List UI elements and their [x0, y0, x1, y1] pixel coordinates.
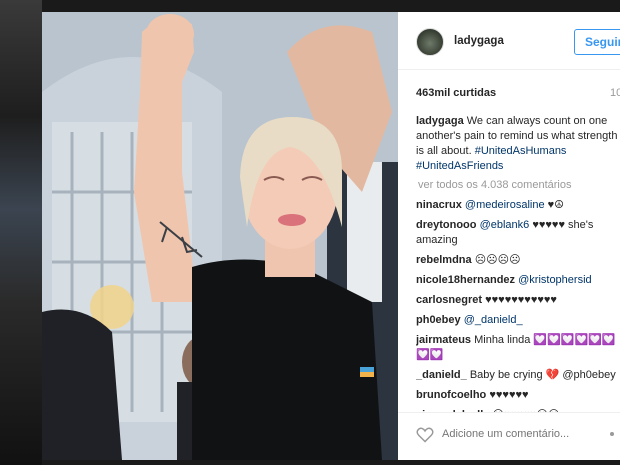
- comment-row: dreytonooo @eblank6 ♥♥♥♥♥ she's amazing: [416, 218, 620, 248]
- photo-illustration: [42, 12, 398, 460]
- comment-text: ♥♥♥♥♥♥: [489, 389, 529, 401]
- comment-row: nicole18hernandez @kristophersid: [416, 273, 620, 288]
- comment-text: ♥♥♥♥♥♥♥♥♥♥♥: [485, 294, 557, 306]
- comment-text: Baby be crying 💔 @ph0ebey: [469, 369, 616, 381]
- post-footer: [398, 412, 620, 460]
- background-feed-strip: [0, 0, 42, 465]
- comment-row: jairmateus Minha linda 💟💟💟💟💟💟💟💟: [416, 333, 620, 363]
- comment-username[interactable]: rebelmdna: [416, 254, 472, 266]
- comment-container: ninacrux @medeirosaline ♥☮ dreytonooo @eb…: [416, 198, 620, 412]
- comment-mention[interactable]: @eblank6: [480, 219, 530, 231]
- comment-username[interactable]: carlosnegret: [416, 294, 482, 306]
- comment-mention[interactable]: @_danield_: [464, 314, 523, 326]
- comment-row: _danield_ Baby be crying 💔 @ph0ebey: [416, 368, 620, 383]
- heart-icon[interactable]: [416, 427, 434, 443]
- comment-mention[interactable]: @medeirosaline: [465, 199, 545, 211]
- comment-row: ninacrux @medeirosaline ♥☮: [416, 198, 620, 213]
- add-comment-input[interactable]: [442, 428, 592, 440]
- post-header: ladygaga Seguir: [398, 12, 620, 70]
- post-caption: ladygaga We can always count on one anot…: [416, 114, 620, 174]
- avatar[interactable]: [416, 28, 444, 56]
- more-icon[interactable]: [610, 432, 614, 436]
- comment-text: ♥☮: [547, 199, 565, 211]
- caption-username[interactable]: ladygaga: [416, 115, 464, 127]
- comment-text: ☹☹☹☹: [474, 254, 521, 266]
- likes-count[interactable]: 463mil curtidas: [416, 87, 496, 99]
- post-photo[interactable]: [42, 12, 398, 460]
- comment-username[interactable]: ph0ebey: [416, 314, 461, 326]
- post-timestamp[interactable]: 10: [610, 87, 620, 99]
- comment-row: rebelmdna ☹☹☹☹: [416, 253, 620, 268]
- view-all-comments-link[interactable]: ver todos os 4.038 comentários: [418, 179, 620, 191]
- comment-row: brunofcoelho ♥♥♥♥♥♥: [416, 388, 620, 403]
- post-username[interactable]: ladygaga: [454, 35, 504, 47]
- comment-username[interactable]: nicole18hernandez: [416, 274, 515, 286]
- comments-list: ladygaga We can always count on one anot…: [416, 114, 620, 412]
- comment-username[interactable]: dreytonooo: [416, 219, 477, 231]
- comment-username[interactable]: _danield_: [416, 369, 467, 381]
- background-bottom-bar: [42, 460, 620, 465]
- background-top-bar: [42, 0, 620, 12]
- comment-row: carlosnegret ♥♥♥♥♥♥♥♥♥♥♥: [416, 293, 620, 308]
- comment-row: ph0ebey @_danield_: [416, 313, 620, 328]
- comment-mention[interactable]: @kristophersid: [518, 274, 592, 286]
- comment-username[interactable]: jairmateus: [416, 334, 471, 346]
- comment-username[interactable]: ninacrux: [416, 199, 462, 211]
- comment-username[interactable]: brunofcoelho: [416, 389, 486, 401]
- follow-button[interactable]: Seguir: [574, 29, 620, 55]
